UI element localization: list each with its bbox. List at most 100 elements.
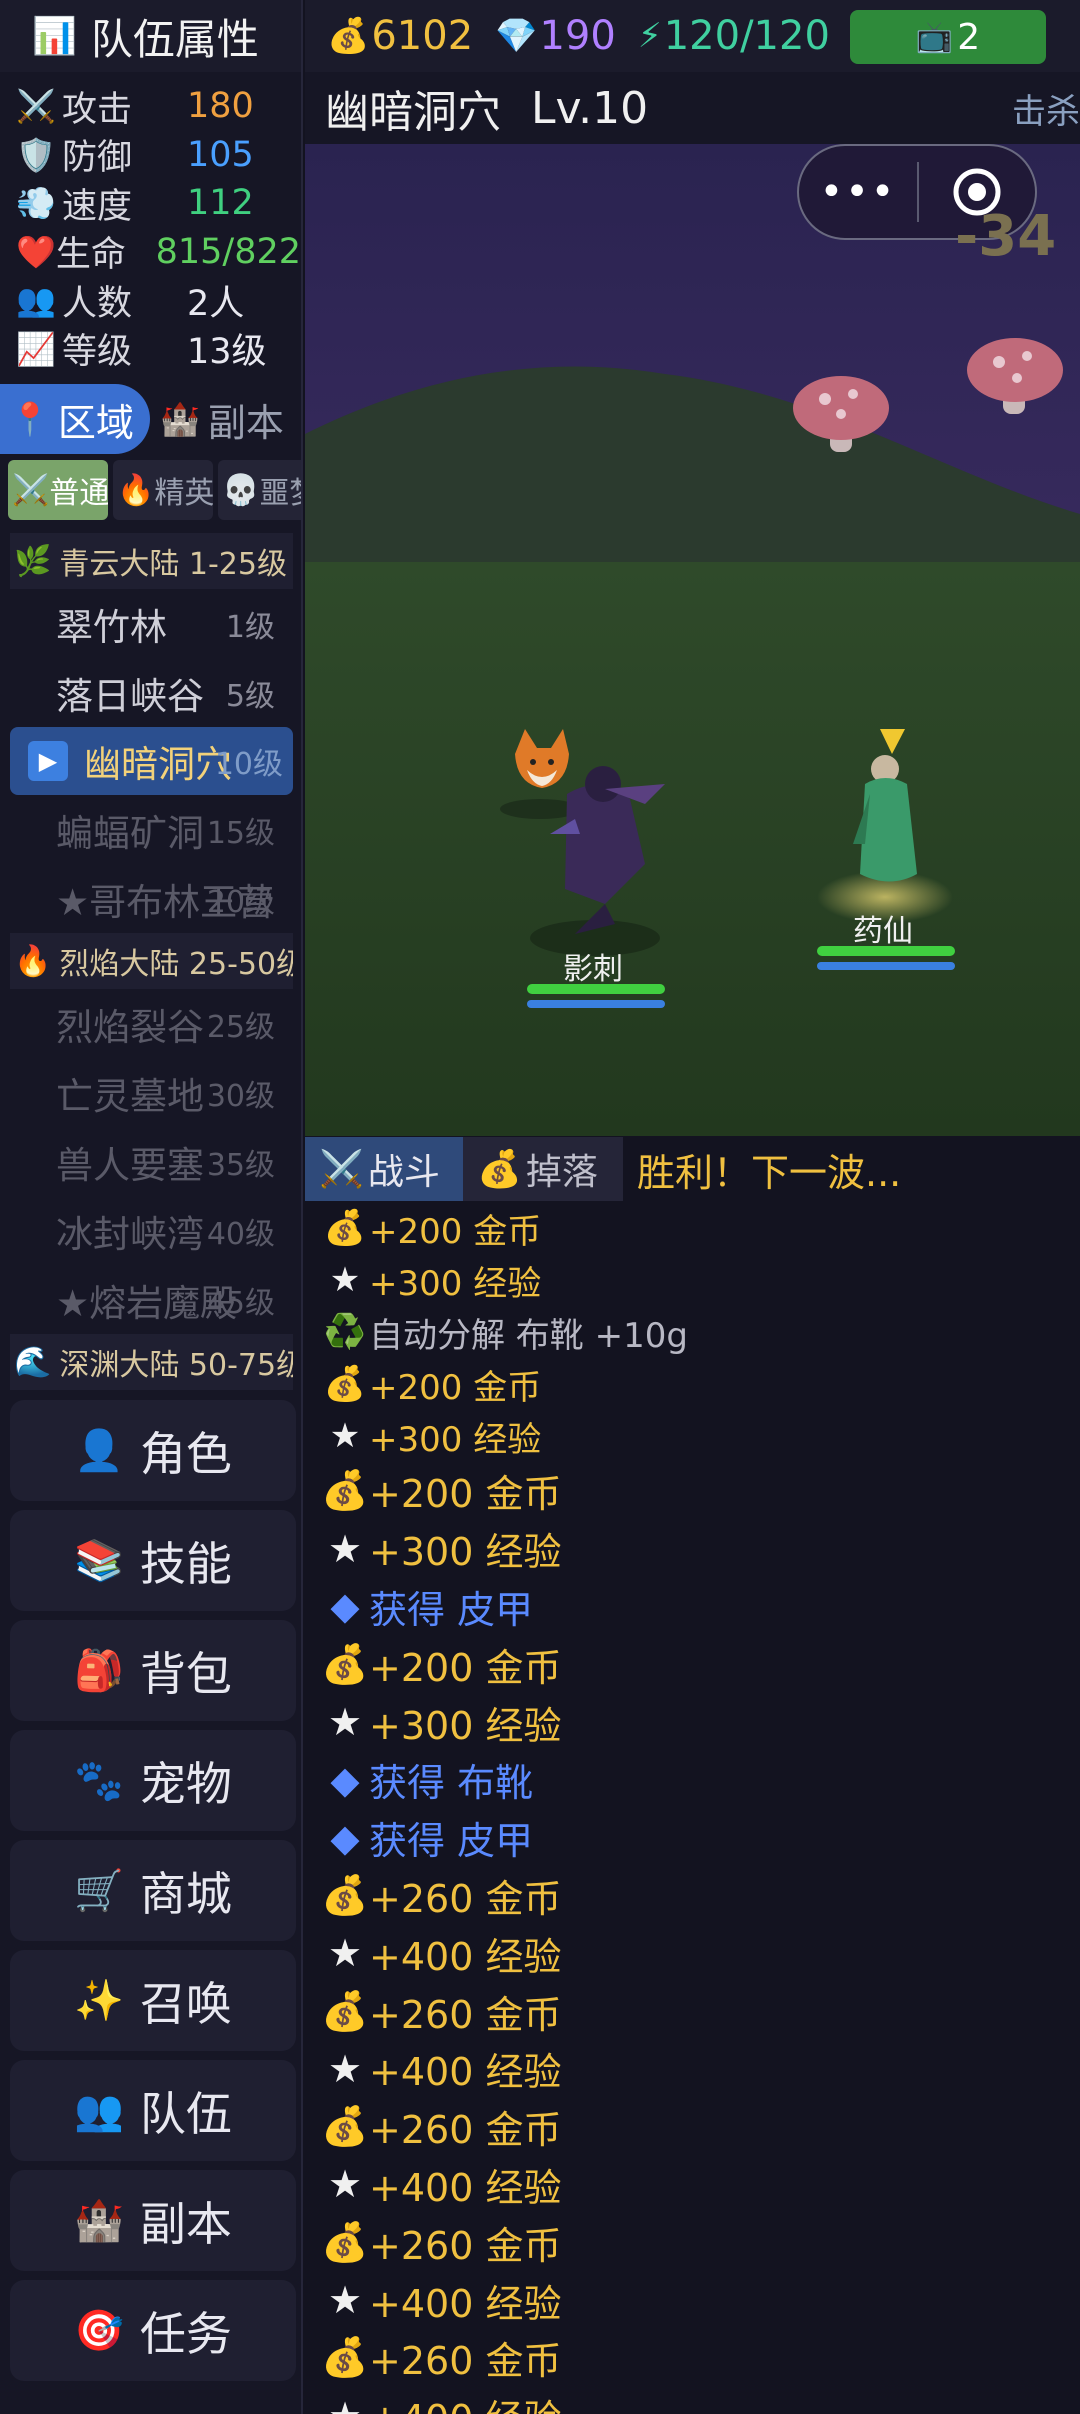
tab-area[interactable]: 📍 区域: [0, 384, 150, 454]
log-line: ★+400 经验: [321, 2156, 1080, 2214]
difficulty-normal[interactable]: ⚔️ 普通: [8, 460, 108, 520]
gem-counter: 💎 190: [495, 13, 616, 59]
menu-dungeon-button[interactable]: 🏰 副本: [10, 2170, 296, 2271]
menu-summon-button[interactable]: ✨ 召唤: [10, 1950, 296, 2051]
cart-icon: 🛒: [74, 1868, 124, 1914]
stat-attack: ⚔️ 攻击 180: [0, 82, 301, 131]
menu-skills-button[interactable]: 📚 技能: [10, 1510, 296, 1611]
stat-label: 速度: [62, 186, 133, 227]
money-bag-icon: 💰: [477, 1149, 522, 1190]
zone-item-locked[interactable]: 兽人要塞 35级: [0, 1127, 301, 1196]
menu-label: 商城: [139, 1866, 232, 1921]
hero-mp-bar: [527, 1000, 665, 1008]
target-icon: 🎯: [74, 2308, 124, 2354]
zone-item-locked[interactable]: 烈焰裂谷 25级: [0, 989, 301, 1058]
money-bag-icon: 💰: [323, 1364, 367, 1404]
menu-label: 技能: [139, 1536, 232, 1591]
zone-level: 10级: [214, 747, 283, 782]
zone-item[interactable]: 落日峡谷 5级: [0, 658, 301, 727]
zone-item-locked[interactable]: 冰封峡湾 40级: [0, 1196, 301, 1265]
money-bag-icon: 💰: [321, 1468, 369, 1513]
zone-list[interactable]: 🌿 青云大陆 1-25级 翠竹林 1级 落日峡谷 5级 ▶ 幽暗洞穴 10级 蝙…: [0, 533, 301, 1403]
log-text: +260 金币: [369, 2223, 562, 2268]
diamond-bullet-icon: ◆: [330, 1757, 360, 1802]
menu-character-button[interactable]: 👤 角色: [10, 1400, 296, 1501]
stat-label: 生命: [55, 235, 126, 276]
difficulty-label: 噩梦: [259, 476, 301, 511]
log-text: 获得 皮甲: [369, 1587, 534, 1632]
hero-mp-bar: [817, 962, 955, 970]
log-text: +400 经验: [369, 2281, 562, 2326]
tv-ad-button[interactable]: 📺 2: [850, 10, 1046, 64]
log-text: +260 金币: [369, 2339, 562, 2384]
swords-icon: ⚔️: [16, 87, 56, 126]
fire-icon: 🔥: [117, 472, 155, 508]
log-text: +300 经验: [369, 1703, 562, 1748]
battle-log[interactable]: 💰 +200 金币 ★ +300 经验 ♻️ 自动分解 布靴 +10g 💰 +200 金币 ★ +…: [305, 1202, 1080, 2414]
tab-drop-log[interactable]: 💰 掉落: [463, 1137, 623, 1201]
more-menu-button[interactable]: •••: [799, 169, 917, 215]
log-line: ♻️ 自动分解 布靴 +10g: [321, 1306, 1080, 1358]
fire-icon: 🔥: [14, 943, 52, 979]
menu-label: 宠物: [139, 1756, 232, 1811]
menu-label: 角色: [139, 1426, 232, 1481]
swords-icon: ⚔️: [12, 472, 50, 508]
chart-up-icon: 📈: [16, 329, 56, 368]
bar-chart-icon: 📊: [32, 16, 77, 57]
stat-value: 105: [187, 134, 254, 175]
zone-item-locked[interactable]: 亡灵墓地 30级: [0, 1058, 301, 1127]
team-stats-title: 队伍属性: [90, 14, 259, 64]
menu-team-button[interactable]: 👥 队伍: [10, 2060, 296, 2161]
battle-scene: ••• -34 影刺 药仙: [305, 144, 1080, 1136]
log-text: +400 经验: [369, 2050, 562, 2095]
zone-item-active[interactable]: ▶ 幽暗洞穴 10级: [10, 727, 293, 795]
menu-pets-button[interactable]: 🐾 宠物: [10, 1730, 296, 1831]
log-line: 💰 +260 金币: [321, 1982, 1080, 2040]
tv-count: 2: [957, 16, 981, 58]
log-text: +200 金币: [369, 1367, 542, 1408]
money-bag-icon: 💰: [321, 1872, 369, 1917]
stat-value: 112: [187, 183, 254, 224]
zone-item-locked[interactable]: ★熔岩魔殿 45级: [0, 1265, 301, 1334]
log-text: +200 金币: [369, 1645, 562, 1690]
menu-shop-button[interactable]: 🛒 商城: [10, 1840, 296, 1941]
person-icon: 👤: [74, 1428, 124, 1474]
money-bag-icon: 💰: [321, 1641, 369, 1686]
menu-label: 背包: [139, 1646, 232, 1701]
paw-icon: 🐾: [74, 1758, 124, 1804]
region-name: 青云大陆 1-25级: [59, 547, 287, 582]
log-line: ★ +300 经验: [321, 1520, 1080, 1578]
zone-item[interactable]: 翠竹林 1级: [0, 589, 301, 658]
money-bag-icon: 💰: [321, 2219, 369, 2264]
log-text: +400 经验: [369, 2388, 561, 2414]
log-text: +300 经验: [369, 1530, 562, 1575]
difficulty-elite[interactable]: 🔥 精英: [113, 460, 213, 520]
money-bag-icon: 💰: [327, 16, 370, 56]
log-text: 自动分解 布靴 +10g: [369, 1315, 688, 1356]
zone-item-locked[interactable]: ★哥布林王营 20级: [0, 864, 301, 933]
log-line: ★+400 经验: [321, 2271, 1080, 2329]
zone-level: 35级: [206, 1147, 275, 1183]
log-text: 获得 皮甲: [369, 1819, 534, 1864]
energy-value: 120/120: [663, 13, 830, 59]
stat-label: 人数: [62, 283, 133, 324]
diamond-bullet-icon: ◆: [330, 1815, 360, 1860]
menu-label: 副本: [139, 2196, 232, 2251]
team-stats-list: ⚔️ 攻击 180 🛡️ 防御 105 💨 速度 112 ❤️ 生命 815/8…: [0, 72, 301, 373]
log-line: ★ +300 经验: [321, 1693, 1080, 1751]
team-stats-header: 📊 队伍属性: [0, 0, 301, 72]
tab-battle-log[interactable]: ⚔️ 战斗: [305, 1137, 463, 1201]
menu-backpack-button[interactable]: 🎒 背包: [10, 1620, 296, 1721]
log-text: +200 金币: [369, 1211, 542, 1252]
star-icon: ★: [329, 1260, 361, 1300]
zone-item-locked[interactable]: 蝙蝠矿洞 15级: [0, 795, 301, 864]
log-tabs: ⚔️ 战斗 💰 掉落 胜利！下一波...: [305, 1137, 1080, 1201]
zone-name: 冰封峡湾: [56, 1212, 204, 1256]
menu-quest-button[interactable]: 🎯 任务: [10, 2280, 296, 2381]
tab-dungeon[interactable]: 🏰 副本: [150, 384, 300, 454]
stat-value: 815/822: [155, 231, 301, 272]
star-icon: ★: [327, 2046, 363, 2091]
difficulty-nightmare[interactable]: 💀 噩梦: [218, 460, 301, 520]
star-icon: ★: [327, 2278, 363, 2323]
left-panel: 📊 队伍属性 ⚔️ 攻击 180 🛡️ 防御 105 💨 速度 112 ❤️ 生…: [0, 0, 303, 2414]
